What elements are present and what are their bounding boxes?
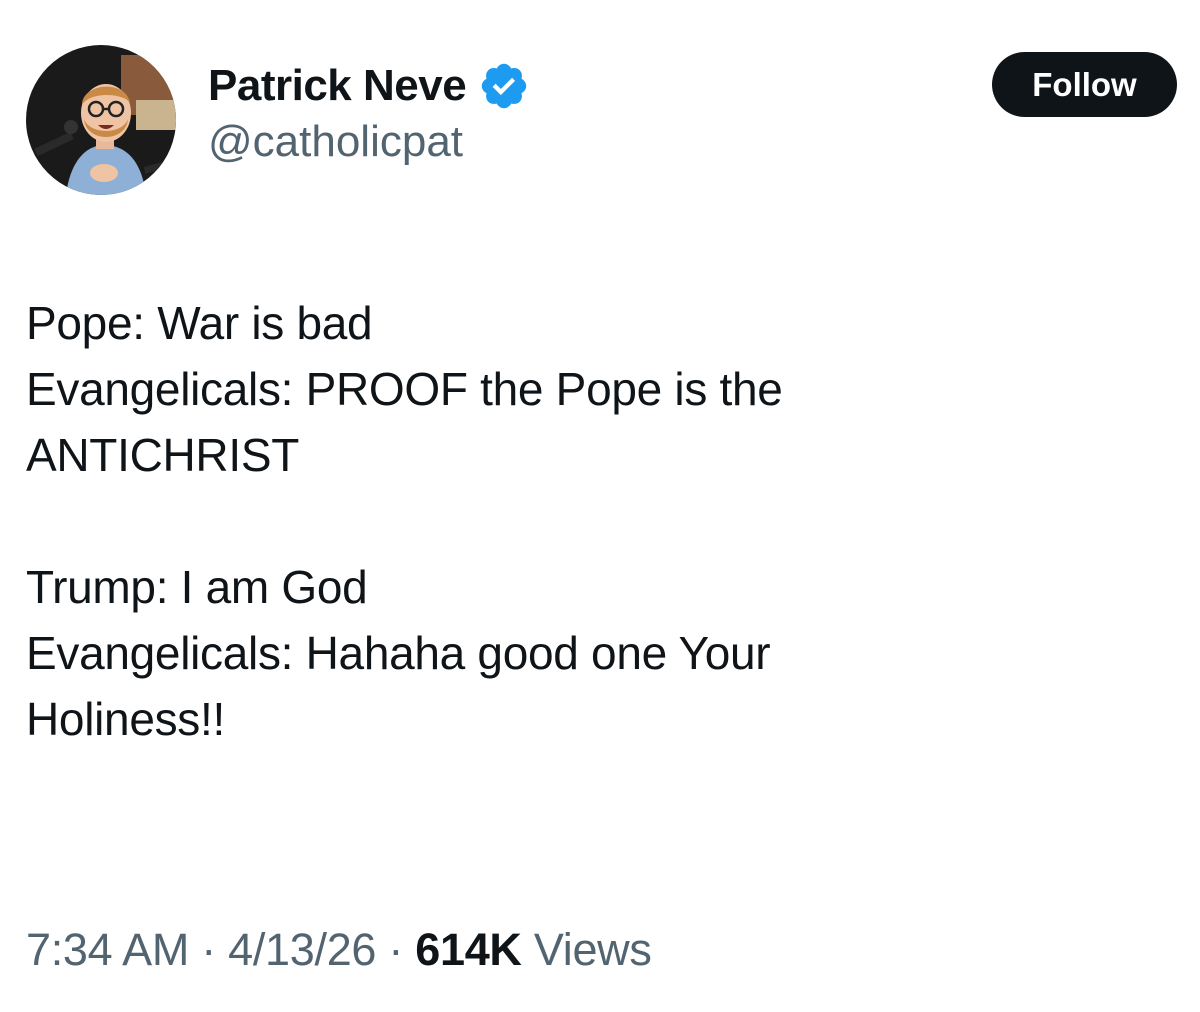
tweet-line: Trump: I am God <box>26 561 368 613</box>
meta-separator: · <box>201 924 216 975</box>
meta-separator: · <box>388 924 404 975</box>
tweet-line: Evangelicals: PROOF the Pope is the <box>26 363 783 415</box>
tweet-time[interactable]: 7:34 AM <box>26 924 189 975</box>
tweet-meta: 7:34 AM · 4/13/26 · 614K Views <box>26 922 652 978</box>
tweet-line: ANTICHRIST <box>26 429 300 481</box>
tweet-date[interactable]: 4/13/26 <box>228 924 376 975</box>
avatar[interactable] <box>26 45 176 195</box>
views-count[interactable]: 614K <box>415 924 522 975</box>
avatar-image <box>26 45 176 195</box>
author-handle[interactable]: @catholicpat <box>208 117 463 166</box>
tweet-line: Holiness!! <box>26 693 225 745</box>
tweet-line: Pope: War is bad <box>26 297 373 349</box>
verified-badge-icon[interactable] <box>478 60 530 112</box>
author-name-row: Patrick Neve <box>208 54 530 118</box>
tweet-text: Pope: War is bad Evangelicals: PROOF the… <box>26 290 1166 752</box>
views-label: Views <box>533 924 652 975</box>
tweet-line: Evangelicals: Hahaha good one Your <box>26 627 771 679</box>
author-display-name[interactable]: Patrick Neve <box>208 64 467 108</box>
follow-button[interactable]: Follow <box>992 52 1177 117</box>
